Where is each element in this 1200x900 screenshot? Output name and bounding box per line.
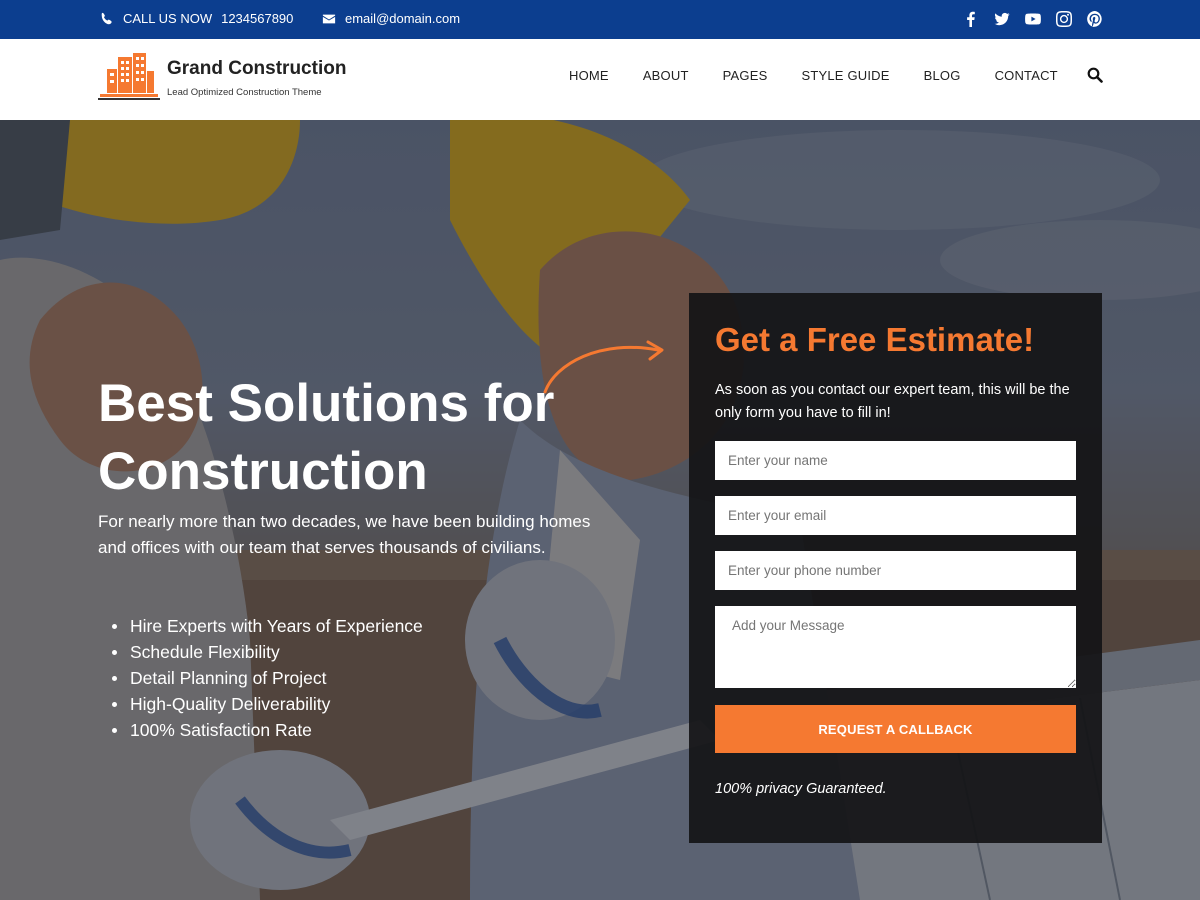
- feature-item: 100% Satisfaction Rate: [110, 717, 423, 743]
- headline-line-1: Best Solutions for: [98, 374, 555, 433]
- email-address: email@domain.com: [345, 11, 461, 26]
- feature-item: Hire Experts with Years of Experience: [110, 613, 423, 639]
- email-input[interactable]: [715, 496, 1076, 535]
- phone-number: 1234567890: [221, 11, 294, 26]
- message-input[interactable]: [715, 606, 1076, 688]
- brand-tagline: Lead Optimized Construction Theme: [167, 87, 322, 98]
- nav-home[interactable]: HOME: [569, 68, 609, 83]
- nav-pages[interactable]: PAGES: [723, 68, 768, 83]
- twitter-icon[interactable]: [993, 10, 1011, 28]
- facebook-icon[interactable]: [962, 10, 980, 28]
- feature-item: Schedule Flexibility: [110, 639, 423, 665]
- pinterest-icon[interactable]: [1086, 10, 1104, 28]
- top-bar: CALL US NOW 1234567890 email@domain.com: [0, 0, 1200, 39]
- name-input[interactable]: [715, 441, 1076, 480]
- nav-about[interactable]: ABOUT: [643, 68, 689, 83]
- feature-item: High-Quality Deliverability: [110, 691, 423, 717]
- privacy-note: 100% privacy Guaranteed.: [715, 781, 887, 797]
- nav-contact[interactable]: CONTACT: [995, 68, 1058, 83]
- youtube-icon[interactable]: [1024, 10, 1042, 28]
- phone-contact[interactable]: CALL US NOW 1234567890: [99, 11, 293, 26]
- feature-item: Detail Planning of Project: [110, 665, 423, 691]
- nav-blog[interactable]: BLOG: [924, 68, 961, 83]
- social-links: [962, 10, 1104, 28]
- phone-input[interactable]: [715, 551, 1076, 590]
- search-icon[interactable]: [1087, 67, 1103, 83]
- phone-icon: [99, 11, 114, 26]
- brand-logo[interactable]: [98, 51, 160, 101]
- hero-lead: For nearly more than two decades, we hav…: [98, 512, 591, 557]
- nav-style-guide[interactable]: STYLE GUIDE: [801, 68, 889, 83]
- headline-line-2: Construction: [98, 442, 428, 501]
- hero-section: Best Solutions for Construction For near…: [0, 120, 1200, 900]
- site-header: Grand Construction Lead Optimized Constr…: [0, 39, 1200, 120]
- envelope-icon: [321, 11, 336, 26]
- form-title: Get a Free Estimate!: [715, 321, 1035, 358]
- hero-headline: Best Solutions for Construction: [98, 370, 618, 506]
- brand-title[interactable]: Grand Construction: [167, 58, 346, 80]
- main-nav: HOME ABOUT PAGES STYLE GUIDE BLOG CONTAC…: [569, 68, 1092, 83]
- estimate-form: Get a Free Estimate! As soon as you cont…: [689, 293, 1102, 843]
- phone-label: CALL US NOW: [123, 11, 213, 26]
- feature-list: Hire Experts with Years of Experience Sc…: [110, 613, 423, 743]
- email-contact[interactable]: email@domain.com: [321, 11, 460, 26]
- instagram-icon[interactable]: [1055, 10, 1073, 28]
- request-callback-button[interactable]: REQUEST A CALLBACK: [715, 705, 1076, 753]
- form-subtitle: As soon as you contact our expert team, …: [715, 382, 1070, 421]
